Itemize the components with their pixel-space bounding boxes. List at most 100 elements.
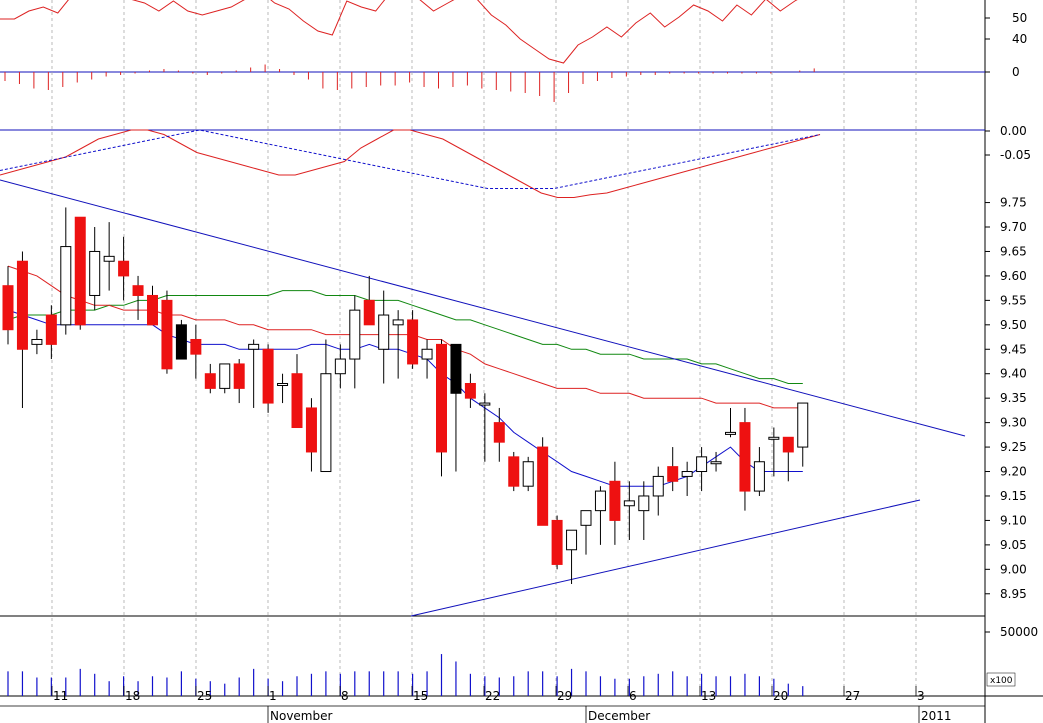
candle-body	[739, 422, 751, 492]
x-month-label: December	[588, 709, 650, 723]
candlestick	[334, 344, 346, 389]
candle-body	[248, 343, 260, 350]
candlestick	[378, 290, 390, 384]
price-tick-label: 9.20	[1000, 465, 1027, 479]
candle-body	[551, 519, 563, 565]
x-day-label: 3	[917, 689, 925, 703]
candle-body	[349, 309, 361, 360]
candlestick	[681, 461, 693, 496]
x-day-label: 11	[53, 689, 68, 703]
x-day-label: 18	[125, 689, 140, 703]
candle-body	[407, 319, 419, 365]
candle-body	[652, 475, 664, 497]
macd-lines	[0, 129, 821, 198]
candle-body	[103, 255, 115, 262]
candlestick	[2, 266, 14, 345]
candle-body	[681, 471, 693, 477]
ma-long-line	[7, 290, 803, 384]
histogram-bars	[4, 64, 815, 102]
price-tick-label: 9.30	[1000, 416, 1027, 430]
x-day-label: 20	[773, 689, 788, 703]
candlestick	[768, 427, 780, 477]
candlestick	[175, 319, 187, 360]
price-tick-label: 9.50	[1000, 318, 1027, 332]
candle-body	[522, 461, 534, 487]
candlestick	[739, 407, 751, 511]
candlestick	[450, 343, 462, 472]
macd-tick-label: 0.00	[1000, 124, 1027, 138]
price-tick-label: 9.60	[1000, 269, 1027, 283]
x-day-label: 29	[557, 689, 572, 703]
price-tick-label: 9.05	[1000, 538, 1027, 552]
candle-body	[464, 382, 476, 399]
candle-body	[334, 358, 346, 375]
candle-body	[60, 246, 72, 326]
candle-body	[768, 436, 780, 440]
candlestick	[725, 407, 736, 438]
candlestick	[782, 436, 794, 482]
candle-body	[450, 343, 462, 394]
candle-body	[291, 373, 303, 429]
candlestick	[464, 373, 476, 408]
candle-body	[320, 373, 332, 473]
moving-averages	[7, 265, 803, 487]
oscillator-tick-label: 40	[1012, 32, 1027, 46]
candle-body	[667, 466, 679, 482]
price-tick-label: 9.40	[1000, 367, 1027, 381]
price-tick-label: 9.70	[1000, 220, 1027, 234]
macd-signal-line	[0, 129, 821, 189]
candlestick	[132, 275, 144, 320]
candlestick	[609, 461, 621, 545]
candlestick	[363, 275, 375, 326]
candle-body	[233, 363, 245, 389]
x-day-label: 25	[197, 689, 212, 703]
candlestick	[551, 515, 563, 570]
candle-body	[175, 324, 187, 360]
candlestick	[436, 339, 447, 477]
candle-body	[753, 461, 765, 492]
candle-body	[479, 402, 491, 406]
x-day-label: 22	[485, 689, 500, 703]
candle-body	[132, 285, 144, 296]
candlestick	[118, 236, 130, 301]
price-tick-label: 8.95	[1000, 587, 1027, 601]
candle-body	[609, 480, 621, 521]
candlestick	[248, 339, 260, 408]
candlestick	[392, 310, 404, 379]
price-tick-label: 9.35	[1000, 391, 1027, 405]
candle-body	[638, 495, 650, 512]
price-tick-label: 9.45	[1000, 342, 1027, 356]
volume-unit-label: x100	[990, 676, 1013, 686]
candle-body	[45, 314, 57, 345]
candle-body	[580, 510, 592, 526]
candle-body	[262, 348, 274, 404]
candlestick	[190, 324, 202, 379]
candlestick	[262, 344, 274, 413]
candlestick	[277, 373, 289, 404]
oscillator-tick-label: 50	[1012, 11, 1027, 25]
upper-trend-line	[0, 179, 966, 437]
candle-body	[378, 314, 390, 350]
candlestick	[161, 290, 173, 374]
candlestick	[594, 486, 606, 545]
candle-body	[421, 348, 433, 360]
stock-chart: 50 40 0 0.00 -0.05 9.75 9.70 9.65 9.60 9.55 9.50 9.…	[0, 0, 1043, 723]
candlestick	[508, 451, 520, 492]
trend-lines	[0, 179, 966, 617]
candlestick	[16, 251, 28, 408]
candle-body	[305, 407, 317, 453]
candle-body	[436, 343, 447, 453]
candlestick	[320, 339, 332, 473]
x-day-label: 8	[341, 689, 349, 703]
candle-body	[118, 260, 130, 277]
candle-body	[710, 461, 722, 465]
x-day-label: 15	[413, 689, 428, 703]
candlestick	[493, 407, 505, 462]
candlestick	[753, 447, 765, 496]
candlestick	[204, 363, 216, 394]
candlestick	[233, 359, 245, 404]
candlestick	[652, 466, 664, 516]
candlestick	[407, 310, 419, 369]
candle-body	[797, 402, 809, 448]
candle-body	[566, 529, 578, 551]
